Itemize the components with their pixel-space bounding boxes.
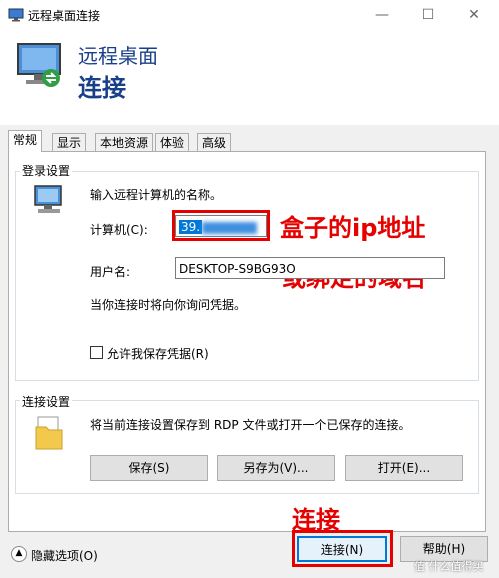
connect-highlight-box [292,530,393,567]
remote-desktop-logo-icon [17,43,61,87]
save-credentials-checkbox[interactable] [90,346,103,359]
header-title: 远程桌面 [78,44,158,68]
tab-experience[interactable]: 体验 [155,133,190,152]
credentials-note: 当你连接时将向你询问凭据。 [90,298,247,312]
computer-highlight-box [172,210,270,241]
username-label: 用户名: [90,265,131,279]
hide-options-link[interactable]: 隐藏选项(O) [31,547,98,564]
remote-desktop-app-icon [8,8,24,22]
open-button[interactable]: 打开(E)... [345,455,463,481]
login-settings-label: 登录设置 [20,162,73,179]
maximize-button[interactable]: ☐ [405,0,451,30]
window-title: 远程桌面连接 [28,9,101,23]
dialog-header [0,30,499,125]
annotation-ip-address: 盒子的ip地址 [280,214,426,242]
tab-local-resources[interactable]: 本地资源 [95,133,154,152]
tab-display[interactable]: 显示 [52,133,87,152]
computer-label: 计算机(C): [90,223,148,237]
login-prompt: 输入远程计算机的名称。 [90,188,223,202]
folder-file-icon [35,416,63,450]
watermark: 值 什么值得买 [414,560,484,573]
tab-advanced[interactable]: 高级 [197,133,232,152]
save-button[interactable]: 保存(S) [90,455,208,481]
connection-description: 将当前连接设置保存到 RDP 文件或打开一个已保存的连接。 [90,418,411,432]
username-input[interactable]: DESKTOP-S9BG93O [175,257,445,279]
close-button[interactable]: ✕ [451,0,497,30]
connection-settings-label: 连接设置 [20,393,73,410]
save-as-button[interactable]: 另存为(V)... [217,455,335,481]
computer-icon [34,185,62,213]
minimize-button[interactable]: — [359,0,405,30]
tab-general[interactable]: 常规 [8,130,43,152]
username-input-value: DESKTOP-S9BG93O [179,262,296,276]
save-credentials-label: 允许我保存凭据(R) [107,347,209,361]
header-subtitle: 连接 [78,74,126,102]
hide-options-icon[interactable]: ▲ [11,546,27,562]
